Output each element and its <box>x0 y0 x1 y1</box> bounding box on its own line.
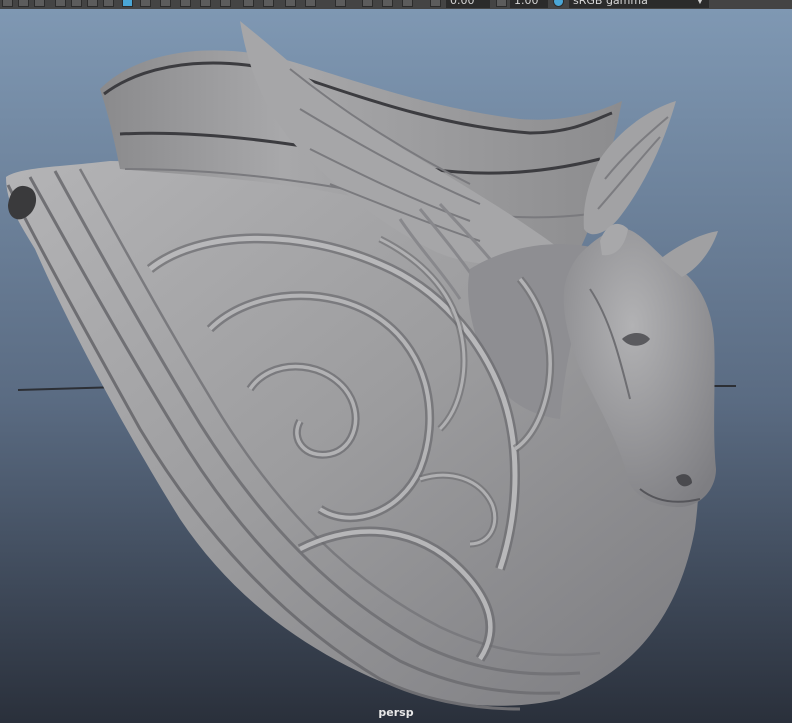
anti-alias-icon[interactable] <box>243 0 254 7</box>
chevron-down-icon[interactable]: ▼ <box>694 0 706 8</box>
shadow-icon[interactable] <box>180 0 191 7</box>
lights-icon[interactable] <box>160 0 171 7</box>
color-space-select[interactable]: sRGB gamma <box>569 0 709 8</box>
wireframe-icon[interactable] <box>103 0 114 7</box>
shaded-icon[interactable] <box>122 0 133 7</box>
frame-all-icon[interactable] <box>362 0 373 7</box>
arrow-icon[interactable] <box>335 0 346 7</box>
film-icon[interactable] <box>71 0 82 7</box>
select-icon[interactable] <box>2 0 13 7</box>
gamma-field[interactable]: 1.00 <box>510 0 548 8</box>
viewport-scene[interactable] <box>0 9 792 723</box>
camera-name: persp <box>378 706 414 719</box>
component-icon[interactable] <box>305 0 316 7</box>
frame-selected-icon[interactable] <box>382 0 393 7</box>
exposure-icon[interactable] <box>430 0 441 7</box>
color-space-icon[interactable] <box>553 0 564 7</box>
camera-icon[interactable] <box>87 0 98 7</box>
grid-icon[interactable] <box>55 0 66 7</box>
exposure-field[interactable]: 0.00 <box>446 0 490 8</box>
paint-icon[interactable] <box>34 0 45 7</box>
motion-blur-icon[interactable] <box>220 0 231 7</box>
ambient-occlusion-icon[interactable] <box>200 0 211 7</box>
xray-icon[interactable] <box>263 0 274 7</box>
camera-attr-icon[interactable] <box>402 0 413 7</box>
perspective-viewport[interactable]: persp <box>0 9 792 723</box>
maya-viewport-window: 0.00 1.00 sRGB gamma ▼ persp <box>0 0 792 723</box>
lasso-icon[interactable] <box>18 0 29 7</box>
gamma-icon[interactable] <box>496 0 507 7</box>
isolate-icon[interactable] <box>285 0 296 7</box>
textured-icon[interactable] <box>140 0 151 7</box>
